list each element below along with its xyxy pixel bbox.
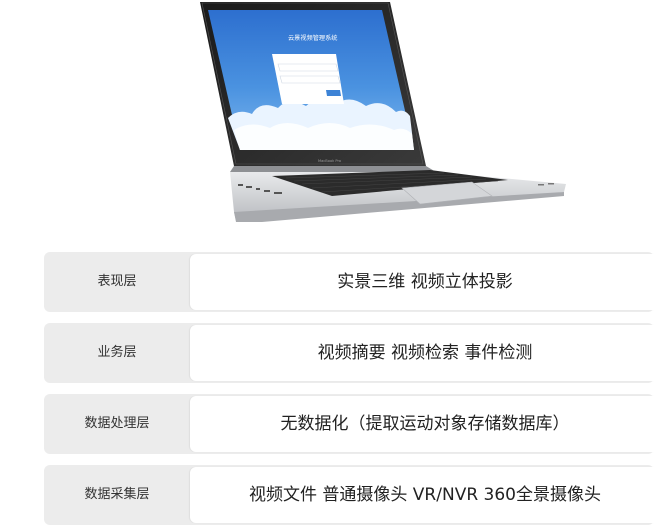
layer-content: 视频文件 普通摄像头 VR/NVR 360全景摄像头 (190, 467, 654, 523)
layer-name: 数据处理层 (84, 416, 150, 431)
laptop-image: 云景视频管理系统 MacBook Pro (200, 2, 566, 222)
layer-content: 视频摘要 视频检索 事件检测 (190, 325, 654, 381)
layer-name: 业务层 (97, 345, 137, 360)
layer-name: 表现层 (97, 274, 137, 289)
laptop-brand: MacBook Pro (318, 159, 341, 163)
layer-name: 数据采集层 (84, 487, 150, 502)
login-panel (272, 54, 344, 104)
login-button (326, 90, 341, 96)
screen-title: 云景视频管理系统 (288, 34, 338, 42)
layer-content: 实景三维 视频立体投影 (190, 254, 654, 310)
layer-row-data-processing: 数据处理层 无数据化（提取运动对象存储数据库） (44, 394, 654, 454)
laptop-illustration: 云景视频管理系统 MacBook Pro (190, 0, 580, 232)
layer-content: 无数据化（提取运动对象存储数据库） (190, 396, 654, 452)
layer-row-presentation: 表现层 实景三维 视频立体投影 (44, 252, 654, 312)
layer-row-business: 业务层 视频摘要 视频检索 事件检测 (44, 323, 654, 383)
layer-row-data-acquisition: 数据采集层 视频文件 普通摄像头 VR/NVR 360全景摄像头 (44, 465, 654, 525)
